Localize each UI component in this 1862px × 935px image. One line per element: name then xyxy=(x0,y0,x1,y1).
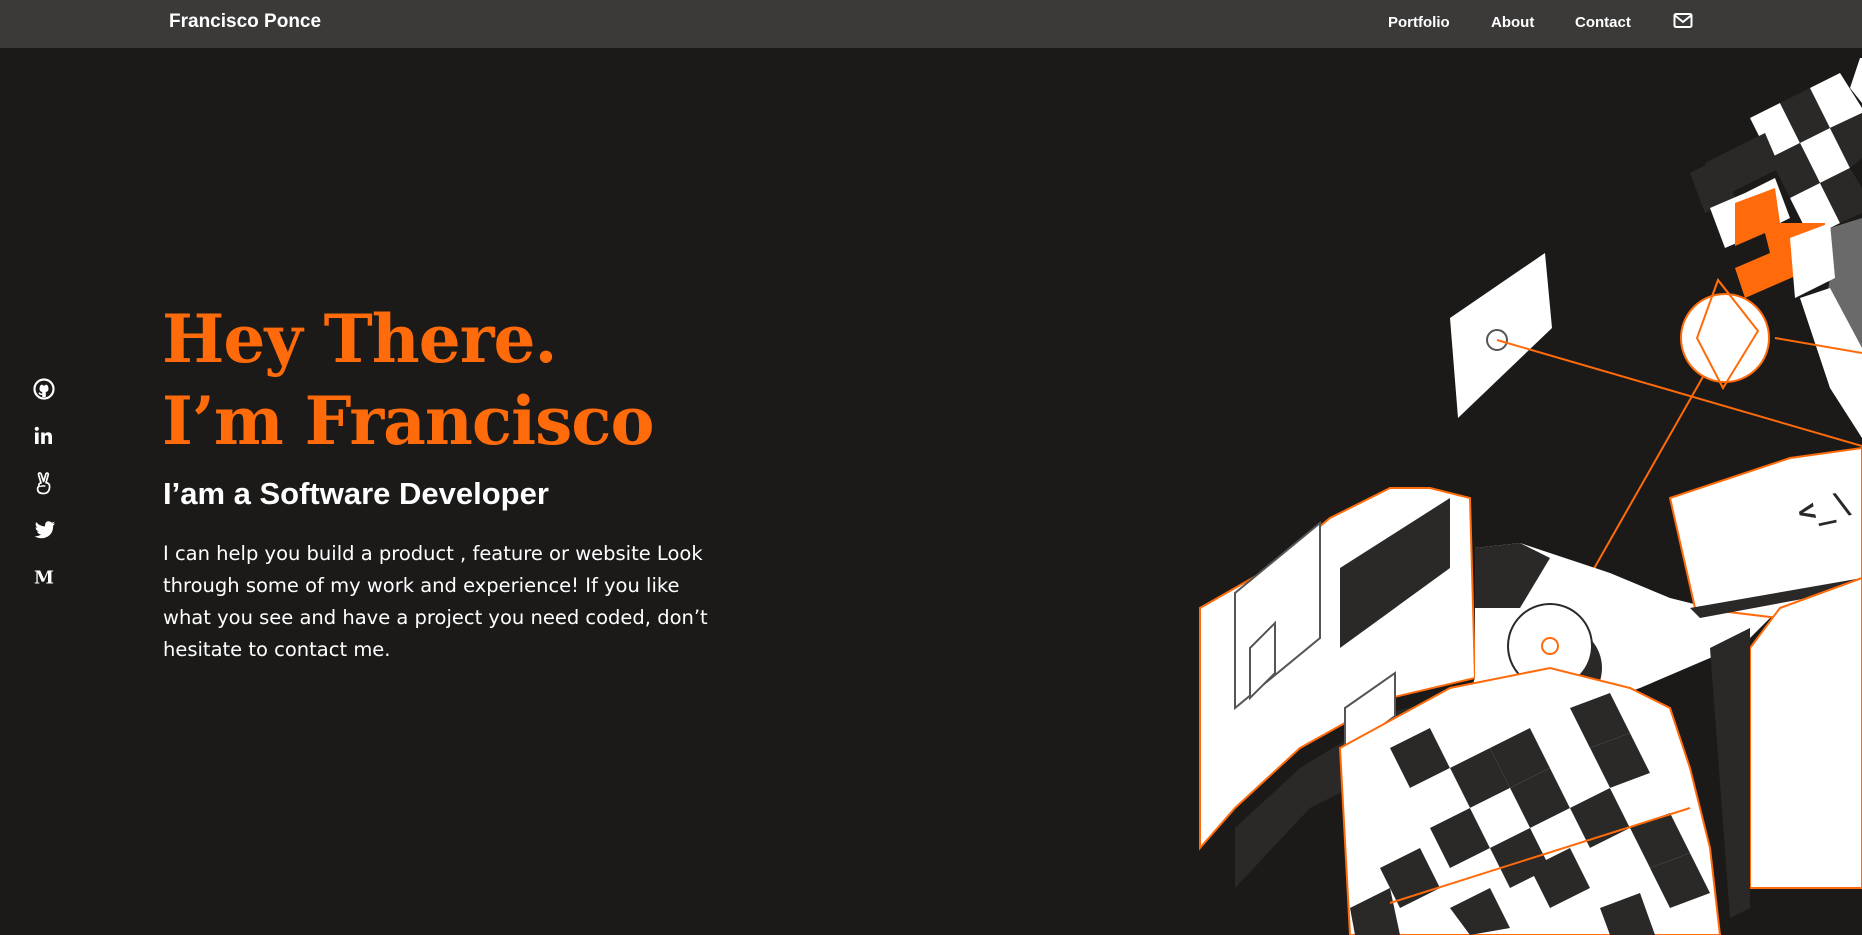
nav-link-portfolio[interactable]: Portfolio xyxy=(1388,14,1450,31)
nav-link-contact[interactable]: Contact xyxy=(1575,14,1631,31)
hero-title-line-2: I’m Francisco xyxy=(162,382,655,460)
angellist-icon[interactable] xyxy=(33,472,57,496)
floating-diamond xyxy=(1450,253,1552,418)
hero-illustration: <_\ xyxy=(1199,58,1862,935)
svg-text:M: M xyxy=(34,568,54,589)
hero-title: Hey There. I’m Francisco xyxy=(162,298,655,462)
envelope-icon[interactable] xyxy=(1673,12,1693,30)
brand-logo-link[interactable]: Francisco Ponce xyxy=(169,11,321,33)
twitter-icon[interactable] xyxy=(33,519,57,543)
nav-link-about[interactable]: About xyxy=(1491,14,1534,31)
hero-title-line-1: Hey There. xyxy=(162,300,558,378)
pixel-sheet xyxy=(1338,666,1722,935)
medium-icon[interactable]: M xyxy=(33,566,57,590)
linkedin-icon[interactable] xyxy=(33,425,57,449)
github-icon[interactable] xyxy=(33,378,57,402)
top-navigation-bar: Francisco Ponce Portfolio About Contact xyxy=(0,0,1862,48)
hero-subtitle: I’am a Software Developer xyxy=(163,476,549,511)
hero-description: I can help you build a product , feature… xyxy=(163,542,708,661)
circle-node-top xyxy=(1680,277,1770,391)
